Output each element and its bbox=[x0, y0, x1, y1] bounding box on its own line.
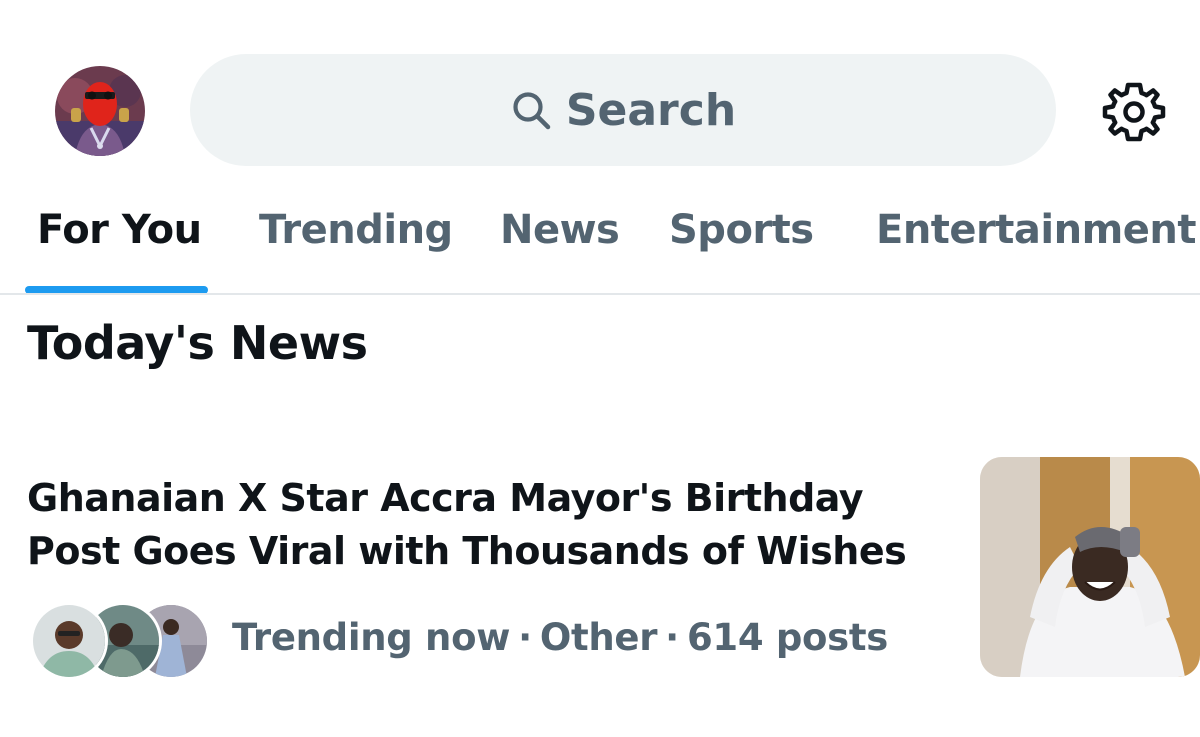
tab-trending[interactable]: Trending bbox=[259, 207, 453, 253]
meta-separator: · bbox=[665, 616, 679, 659]
poster-avatar-1-image bbox=[33, 605, 105, 677]
news-headline-line-1: Ghanaian X Star Accra Mayor's Birthday bbox=[27, 476, 864, 520]
tab-divider bbox=[0, 293, 1200, 295]
news-status: Trending now bbox=[232, 616, 511, 659]
tab-for-you[interactable]: For You bbox=[37, 207, 202, 253]
news-headline[interactable]: Ghanaian X Star Accra Mayor's Birthday P… bbox=[27, 472, 957, 578]
news-thumbnail-image bbox=[980, 457, 1200, 677]
meta-separator: · bbox=[518, 616, 532, 659]
poster-avatars bbox=[30, 602, 210, 680]
news-post-count: 614 posts bbox=[686, 616, 888, 659]
search-icon bbox=[513, 92, 551, 130]
news-thumbnail[interactable] bbox=[980, 457, 1200, 677]
explore-page: Search For You Trending News Sports Ente… bbox=[0, 0, 1200, 737]
tab-entertainment[interactable]: Entertainment bbox=[876, 207, 1196, 253]
tab-sports[interactable]: Sports bbox=[669, 207, 814, 253]
news-meta: Trending now · Other · 614 posts bbox=[232, 616, 888, 659]
news-category: Other bbox=[539, 616, 658, 659]
search-bar[interactable]: Search bbox=[190, 54, 1056, 166]
news-headline-line-2: Post Goes Viral with Thousands of Wishes bbox=[27, 529, 907, 573]
gear-icon bbox=[1102, 82, 1166, 142]
settings-button[interactable] bbox=[1100, 80, 1168, 144]
poster-avatar-1 bbox=[30, 602, 108, 680]
profile-avatar-image bbox=[55, 66, 145, 156]
search-placeholder: Search bbox=[565, 84, 737, 136]
tab-bar: For You Trending News Sports Entertainme… bbox=[0, 185, 1200, 295]
profile-avatar[interactable] bbox=[55, 66, 145, 156]
tab-news[interactable]: News bbox=[500, 207, 620, 253]
news-item[interactable]: Ghanaian X Star Accra Mayor's Birthday P… bbox=[0, 440, 1200, 700]
section-title: Today's News bbox=[27, 316, 368, 370]
